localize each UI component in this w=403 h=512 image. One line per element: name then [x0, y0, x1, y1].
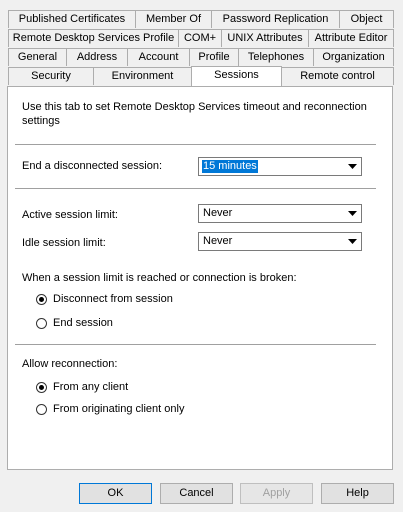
radio-label: Disconnect from session: [53, 293, 173, 305]
separator: [15, 344, 376, 345]
limit-reached-label: When a session limit is reached or conne…: [22, 272, 297, 284]
radio-label: From originating client only: [53, 403, 185, 415]
intro-text: Use this tab to set Remote Desktop Servi…: [22, 101, 367, 127]
chevron-down-icon[interactable]: [345, 234, 360, 249]
cancel-button[interactable]: Cancel: [160, 483, 233, 504]
radio-end-session[interactable]: End session: [36, 317, 113, 329]
tab-telephones[interactable]: Telephones: [238, 48, 314, 66]
tab-profile[interactable]: Profile: [189, 48, 239, 66]
tab-com-plus[interactable]: COM+: [178, 29, 222, 47]
tab-account[interactable]: Account: [127, 48, 190, 66]
radio-from-originating-client[interactable]: From originating client only: [36, 403, 184, 415]
active-limit-label: Active session limit:: [22, 209, 118, 221]
radio-disconnect-from-session[interactable]: Disconnect from session: [36, 293, 173, 305]
tab-attribute-editor[interactable]: Attribute Editor: [308, 29, 394, 47]
idle-limit-combo[interactable]: Never: [198, 232, 362, 251]
idle-limit-label: Idle session limit:: [22, 237, 106, 249]
active-limit-combo[interactable]: Never: [198, 204, 362, 223]
radio-button-selected[interactable]: [36, 381, 47, 393]
tab-environment[interactable]: Environment: [93, 67, 192, 85]
radio-label: From any client: [53, 381, 129, 393]
chevron-down-icon[interactable]: [345, 206, 360, 221]
radio-dot: [39, 384, 44, 390]
radio-from-any-client[interactable]: From any client: [36, 381, 128, 393]
radio-dot: [39, 296, 44, 302]
tab-address[interactable]: Address: [66, 48, 128, 66]
tab-password-replication[interactable]: Password Replication: [211, 10, 340, 28]
chevron-down-icon[interactable]: [345, 159, 360, 174]
radio-button[interactable]: [36, 403, 47, 415]
end-disconnected-label: End a disconnected session:: [22, 160, 163, 172]
idle-limit-value: Never: [203, 235, 233, 247]
apply-button[interactable]: Apply: [240, 483, 313, 504]
separator: [15, 188, 376, 189]
reconnection-label: Allow reconnection:: [22, 358, 118, 370]
tab-remote-control[interactable]: Remote control: [281, 67, 394, 85]
tab-sessions[interactable]: Sessions: [191, 66, 282, 86]
radio-button[interactable]: [36, 317, 47, 329]
tab-object[interactable]: Object: [339, 10, 394, 28]
radio-button-selected[interactable]: [36, 293, 47, 305]
tab-security[interactable]: Security: [8, 67, 94, 85]
tab-unix-attributes[interactable]: UNIX Attributes: [221, 29, 309, 47]
end-disconnected-value: 15 minutes: [202, 160, 258, 173]
tab-organization[interactable]: Organization: [313, 48, 394, 66]
separator: [15, 144, 376, 145]
tab-published-certificates[interactable]: Published Certificates: [8, 10, 136, 28]
radio-label: End session: [53, 317, 113, 329]
tab-general[interactable]: General: [8, 48, 67, 66]
ok-button[interactable]: OK: [79, 483, 152, 504]
tab-remote-desktop-services-profile[interactable]: Remote Desktop Services Profile: [8, 29, 179, 47]
end-disconnected-combo[interactable]: 15 minutes: [198, 157, 362, 176]
tab-member-of[interactable]: Member Of: [135, 10, 212, 28]
help-button[interactable]: Help: [321, 483, 394, 504]
sessions-panel: Use this tab to set Remote Desktop Servi…: [7, 86, 393, 470]
active-limit-value: Never: [203, 207, 233, 219]
